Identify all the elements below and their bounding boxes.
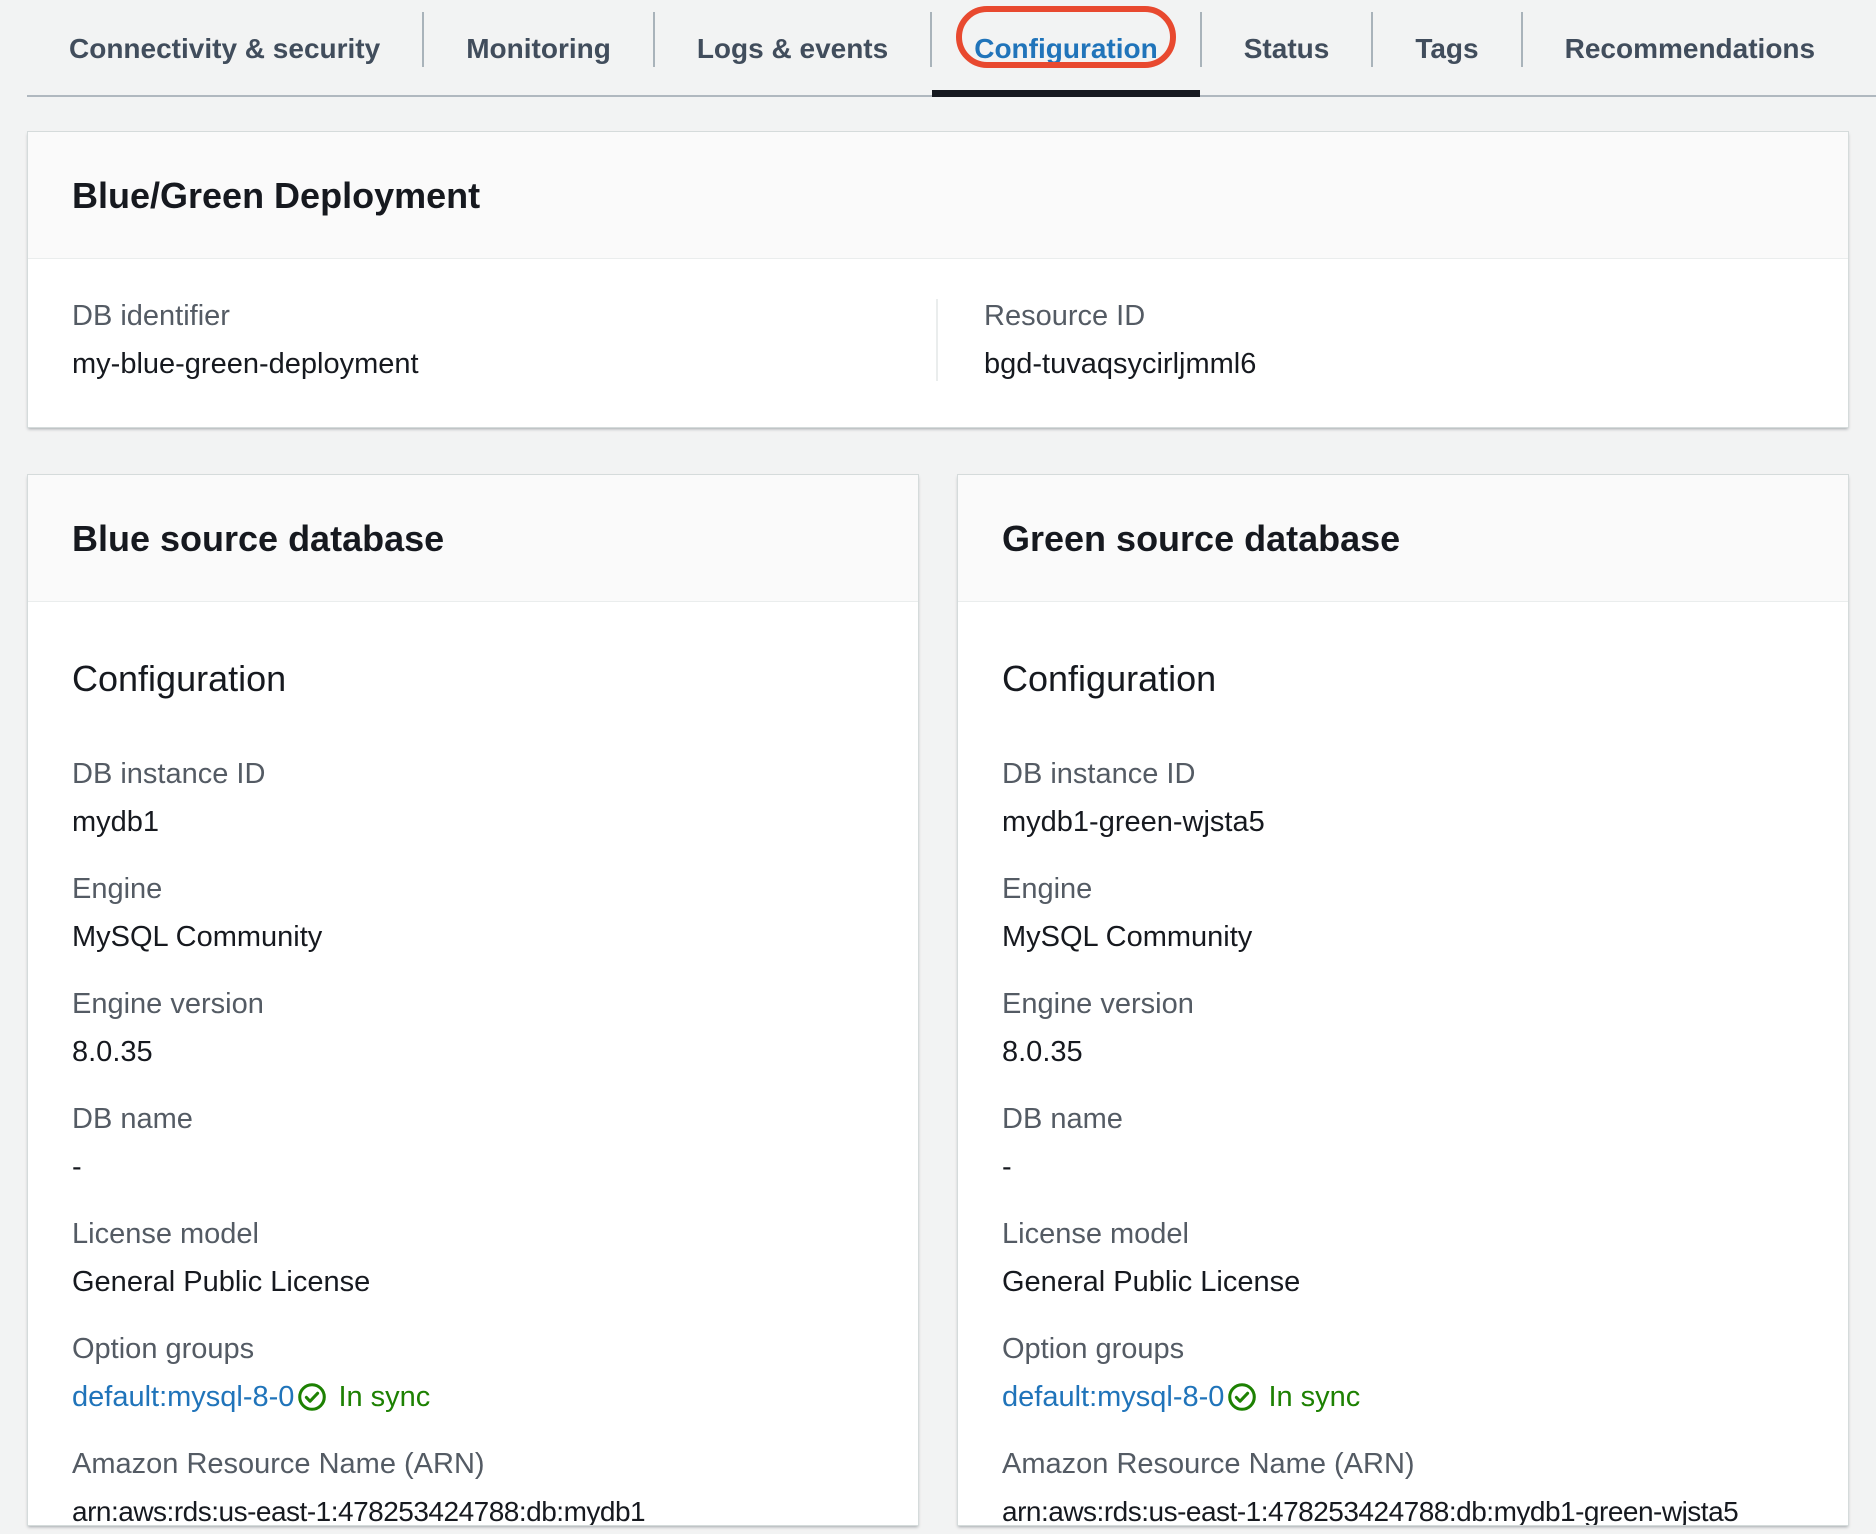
in-sync-check-icon — [1226, 1381, 1258, 1413]
field-value: arn:aws:rds:us-east-1:478253424788:db:my… — [72, 1495, 874, 1526]
tab-label: Recommendations — [1565, 33, 1816, 65]
configuration-section-title: Configuration — [72, 657, 874, 701]
tab-connectivity-security[interactable]: Connectivity & security — [27, 0, 422, 97]
field-value: General Public License — [1002, 1265, 1804, 1299]
field-label: DB name — [72, 1102, 874, 1136]
tab-status[interactable]: Status — [1202, 0, 1372, 97]
option-groups-field: Option groups default:mysql-8-0 In sync — [1002, 1332, 1804, 1414]
panel-header: Green source database — [958, 475, 1848, 602]
green-source-database-panel: Green source database Configuration DB i… — [957, 474, 1849, 1526]
option-groups-value-row: default:mysql-8-0 In sync — [72, 1380, 874, 1414]
option-groups-field: Option groups default:mysql-8-0 In sync — [72, 1332, 874, 1414]
db-instance-id-field: DB instance ID mydb1 — [72, 757, 874, 839]
engine-version-field: Engine version 8.0.35 — [1002, 987, 1804, 1069]
field-label: Engine — [72, 872, 874, 906]
db-identifier-field: DB identifier my-blue-green-deployment — [28, 299, 936, 381]
arn-field: Amazon Resource Name (ARN) arn:aws:rds:u… — [1002, 1447, 1804, 1526]
tab-label: Monitoring — [466, 33, 611, 65]
in-sync-check-icon — [296, 1381, 328, 1413]
field-value: General Public License — [72, 1265, 874, 1299]
engine-version-field: Engine version 8.0.35 — [72, 987, 874, 1069]
field-value: - — [1002, 1150, 1804, 1184]
panel-title: Green source database — [1002, 517, 1804, 561]
license-model-field: License model General Public License — [1002, 1217, 1804, 1299]
engine-field: Engine MySQL Community — [1002, 872, 1804, 954]
field-label: DB instance ID — [72, 757, 874, 791]
field-label: Resource ID — [984, 299, 1804, 333]
tab-tags[interactable]: Tags — [1373, 0, 1520, 97]
field-value: - — [72, 1150, 874, 1184]
tab-recommendations[interactable]: Recommendations — [1523, 0, 1858, 97]
option-group-link[interactable]: default:mysql-8-0 — [1002, 1380, 1224, 1414]
detail-tabs: Connectivity & security Monitoring Logs … — [0, 0, 1876, 97]
db-instance-id-field: DB instance ID mydb1-green-wjsta5 — [1002, 757, 1804, 839]
panel-body: DB identifier my-blue-green-deployment R… — [28, 259, 1848, 427]
resource-id-field: Resource ID bgd-tuvaqsycirljmml6 — [936, 299, 1848, 381]
source-database-cards: Blue source database Configuration DB in… — [27, 474, 1849, 1526]
tab-label: Logs & events — [697, 33, 888, 65]
tab-label: Tags — [1415, 33, 1478, 65]
tab-logs-events[interactable]: Logs & events — [655, 0, 930, 97]
field-label: DB identifier — [72, 299, 892, 333]
field-value: MySQL Community — [72, 920, 874, 954]
tab-label: Configuration — [974, 33, 1158, 65]
field-value: arn:aws:rds:us-east-1:478253424788:db:my… — [1002, 1495, 1804, 1526]
db-name-field: DB name - — [72, 1102, 874, 1184]
sync-status-text: In sync — [1268, 1380, 1360, 1414]
field-label: DB instance ID — [1002, 757, 1804, 791]
field-label: Engine version — [72, 987, 874, 1021]
tab-label: Status — [1244, 33, 1330, 65]
sync-status-text: In sync — [338, 1380, 430, 1414]
panel-title: Blue/Green Deployment — [72, 174, 1804, 218]
db-name-field: DB name - — [1002, 1102, 1804, 1184]
option-groups-value-row: default:mysql-8-0 In sync — [1002, 1380, 1804, 1414]
option-group-link[interactable]: default:mysql-8-0 — [72, 1380, 294, 1414]
license-model-field: License model General Public License — [72, 1217, 874, 1299]
field-label: Option groups — [1002, 1332, 1804, 1366]
field-label: Option groups — [72, 1332, 874, 1366]
field-label: DB name — [1002, 1102, 1804, 1136]
field-label: Amazon Resource Name (ARN) — [72, 1447, 874, 1481]
panel-body: Configuration DB instance ID mydb1-green… — [958, 657, 1848, 1526]
blue-source-database-panel: Blue source database Configuration DB in… — [27, 474, 919, 1526]
field-label: Engine version — [1002, 987, 1804, 1021]
field-value: 8.0.35 — [72, 1035, 874, 1069]
blue-green-deployment-panel: Blue/Green Deployment DB identifier my-b… — [27, 131, 1849, 428]
field-value: 8.0.35 — [1002, 1035, 1804, 1069]
field-value: mydb1-green-wjsta5 — [1002, 805, 1804, 839]
arn-field: Amazon Resource Name (ARN) arn:aws:rds:u… — [72, 1447, 874, 1526]
tab-monitoring[interactable]: Monitoring — [424, 0, 653, 97]
tab-configuration[interactable]: Configuration — [932, 0, 1200, 97]
configuration-section-title: Configuration — [1002, 657, 1804, 701]
field-value: my-blue-green-deployment — [72, 347, 892, 381]
field-label: License model — [72, 1217, 874, 1251]
engine-field: Engine MySQL Community — [72, 872, 874, 954]
panel-body: Configuration DB instance ID mydb1 Engin… — [28, 657, 918, 1526]
field-value: bgd-tuvaqsycirljmml6 — [984, 347, 1804, 381]
tab-label: Connectivity & security — [69, 33, 380, 65]
field-label: Amazon Resource Name (ARN) — [1002, 1447, 1804, 1481]
panel-header: Blue/Green Deployment — [28, 132, 1848, 259]
field-value: mydb1 — [72, 805, 874, 839]
field-label: Engine — [1002, 872, 1804, 906]
field-label: License model — [1002, 1217, 1804, 1251]
field-value: MySQL Community — [1002, 920, 1804, 954]
panel-header: Blue source database — [28, 475, 918, 602]
panel-title: Blue source database — [72, 517, 874, 561]
